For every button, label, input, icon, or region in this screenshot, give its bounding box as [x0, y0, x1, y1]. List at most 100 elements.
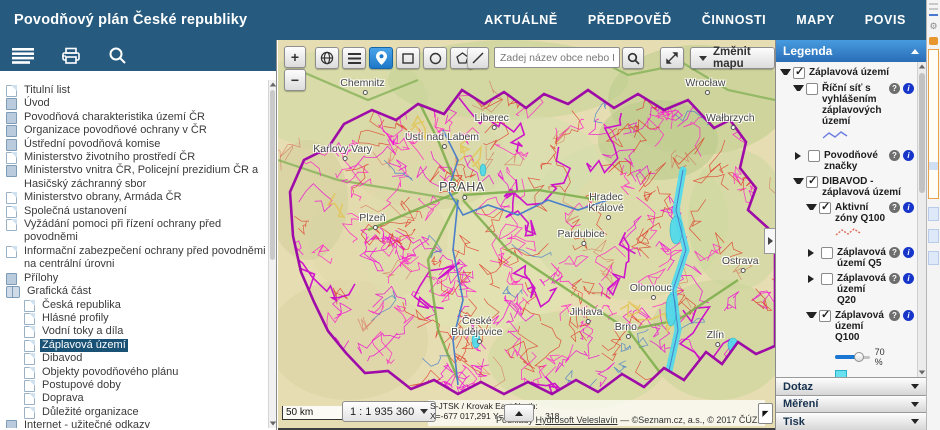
top-nav-item[interactable]: MAPY: [796, 13, 835, 27]
scroll-up-icon[interactable]: [919, 65, 925, 69]
tree-item[interactable]: Úvod: [6, 97, 268, 110]
layers-button[interactable]: [342, 47, 366, 69]
overview-globe-button[interactable]: [315, 47, 339, 69]
sidebar-scrollbar[interactable]: [268, 80, 276, 428]
tree-item[interactable]: Česká republika: [6, 299, 268, 312]
tree-item[interactable]: Dibavod: [6, 352, 268, 365]
help-icon[interactable]: [889, 202, 900, 213]
zoom-in-button[interactable]: +: [284, 46, 306, 68]
top-nav-item[interactable]: PŘEDPOVĚĎ: [588, 13, 672, 27]
expand-arrow-icon[interactable]: [808, 275, 819, 283]
collapse-arrow-icon[interactable]: [780, 69, 791, 75]
layer-checkbox[interactable]: [808, 150, 820, 162]
legend-layer-row[interactable]: Záplavová území: [780, 67, 914, 79]
tree-item[interactable]: Povodňová charakteristika území ČR: [6, 111, 268, 124]
legend-layer-row[interactable]: Záplavová území Q20: [780, 273, 914, 306]
collapse-arrow-icon[interactable]: [793, 85, 804, 91]
tree-item[interactable]: Internet - užitečné odkazy: [6, 419, 268, 428]
map-search-input[interactable]: [494, 47, 620, 68]
legend-layer-row[interactable]: Záplavová území Q5: [780, 247, 914, 269]
expand-arrow-icon[interactable]: [795, 152, 806, 160]
tree-item[interactable]: Titulní list: [6, 84, 268, 97]
scrollbar-thumb[interactable]: [270, 90, 275, 260]
collapse-arrow-icon[interactable]: [806, 312, 817, 318]
layer-checkbox[interactable]: [819, 310, 831, 322]
legend-header[interactable]: Legenda: [776, 40, 926, 62]
scroll-down-icon[interactable]: [270, 422, 276, 426]
opacity-slider[interactable]: 70 %: [835, 347, 886, 367]
info-icon[interactable]: [903, 273, 914, 284]
tree-item[interactable]: Ministerstvo životního prostředí ČR: [6, 151, 268, 164]
help-icon[interactable]: [889, 247, 900, 258]
map-corner-button[interactable]: ◤: [758, 403, 773, 424]
info-icon[interactable]: [903, 83, 914, 94]
legend-layer-row[interactable]: Říční síť s vyhlášením záplavových území: [780, 83, 914, 146]
tree-item[interactable]: Objekty povodňového plánu: [6, 366, 268, 379]
scrollbar-thumb[interactable]: [919, 73, 925, 193]
tree-item[interactable]: Vyžádání pomoci při řízení ochrany před …: [6, 218, 268, 245]
collapse-arrow-icon[interactable]: [793, 178, 804, 184]
circle-select-button[interactable]: [423, 47, 447, 69]
legend-section-dotaz[interactable]: Dotaz: [776, 377, 926, 395]
tree-item[interactable]: Informační zabezpečení ochrany před povo…: [6, 245, 268, 272]
print-icon[interactable]: [60, 47, 82, 64]
tree-item[interactable]: Ústřední povodňová komise: [6, 138, 268, 151]
top-nav-item[interactable]: AKTUÁLNĚ: [484, 13, 558, 27]
menu-icon[interactable]: [12, 48, 34, 64]
legend-layer-row[interactable]: DIBAVOD - záplavová území: [780, 176, 914, 198]
map-area[interactable]: ChemnitzWrocławWałbrzychLiberecÚstí nad …: [278, 40, 775, 430]
scroll-down-icon[interactable]: [919, 371, 925, 375]
tree-item[interactable]: Přílohy: [6, 272, 268, 285]
help-icon[interactable]: [889, 83, 900, 94]
tree-item[interactable]: Ministerstvo obrany, Armáda ČR: [6, 191, 268, 204]
top-nav-item[interactable]: ČINNOSTI: [702, 13, 767, 27]
info-icon[interactable]: [903, 310, 914, 321]
tree-item[interactable]: Vodní toky a díla: [6, 325, 268, 338]
rectangle-select-button[interactable]: [396, 47, 420, 69]
legend-section-měření[interactable]: Měření: [776, 395, 926, 413]
collapse-icon[interactable]: [911, 49, 919, 54]
tree-item[interactable]: Doprava: [6, 392, 268, 405]
legend-layer-row[interactable]: Povodňové značky: [780, 150, 914, 172]
point-select-button[interactable]: [369, 47, 393, 69]
tree-item[interactable]: Hlásné profily: [6, 312, 268, 325]
tree-item[interactable]: Postupové doby: [6, 379, 268, 392]
search-icon[interactable]: [108, 46, 127, 65]
info-icon[interactable]: [903, 150, 914, 161]
help-icon[interactable]: [889, 310, 900, 321]
collapse-statusbar-button[interactable]: [504, 404, 534, 422]
scale-select[interactable]: 1 : 1 935 360: [342, 401, 436, 422]
layer-checkbox[interactable]: [806, 83, 818, 95]
legend-layer-row[interactable]: Záplavová území Q10070 %: [780, 310, 914, 377]
info-icon[interactable]: [903, 247, 914, 258]
help-icon[interactable]: [889, 273, 900, 284]
legend-scrollbar[interactable]: [917, 62, 926, 377]
info-icon[interactable]: [903, 202, 914, 213]
expand-arrow-icon[interactable]: [808, 249, 819, 257]
attribution-link[interactable]: Hydrosoft Veleslavín: [536, 415, 618, 425]
help-icon[interactable]: [889, 150, 900, 161]
panel-expander-button[interactable]: [764, 228, 775, 254]
layer-checkbox[interactable]: [821, 247, 833, 259]
tree-item[interactable]: Záplavová území: [6, 339, 268, 352]
collapse-arrow-icon[interactable]: [806, 204, 817, 210]
line-select-button[interactable]: [467, 47, 489, 69]
map-canvas[interactable]: [278, 40, 775, 430]
layer-checkbox[interactable]: [821, 273, 833, 285]
tree-item[interactable]: Grafická část: [6, 285, 268, 298]
tree-item[interactable]: Společná ustanovení: [6, 205, 268, 218]
zoom-out-button[interactable]: −: [284, 69, 306, 91]
change-map-button[interactable]: Změnit mapu: [690, 47, 775, 69]
layer-checkbox[interactable]: [793, 67, 805, 79]
top-nav-item[interactable]: POVIS: [865, 13, 906, 27]
scroll-up-icon[interactable]: [270, 83, 276, 87]
fullscreen-button[interactable]: [660, 47, 684, 69]
legend-layer-row[interactable]: Aktivní zóny Q100: [780, 202, 914, 243]
tree-item[interactable]: Organizace povodňové ochrany v ČR: [6, 124, 268, 137]
tree-item[interactable]: Ministerstvo vnitra ČR, Policejní prezid…: [6, 164, 268, 191]
tree-item[interactable]: Důležité organizace: [6, 406, 268, 419]
search-go-button[interactable]: [622, 47, 644, 69]
layer-checkbox[interactable]: [806, 176, 818, 188]
layer-checkbox[interactable]: [819, 202, 831, 214]
legend-section-tisk[interactable]: Tisk: [776, 412, 926, 430]
